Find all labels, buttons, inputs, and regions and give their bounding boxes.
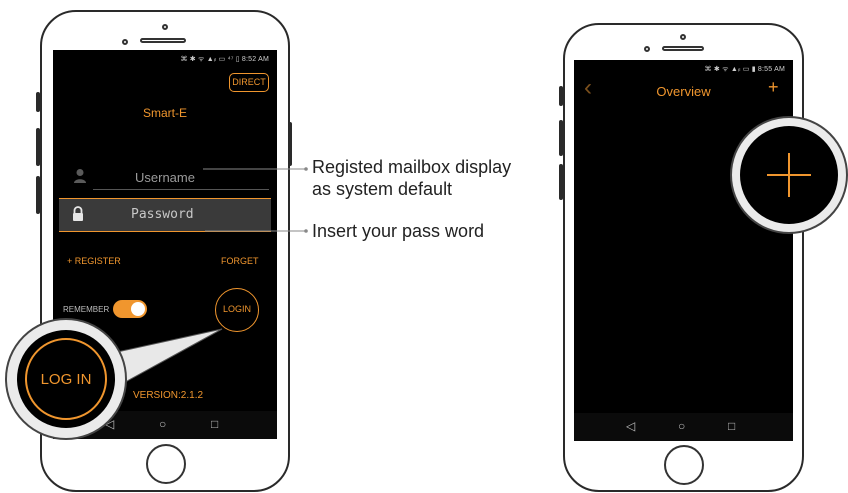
right-phone-speaker	[662, 46, 704, 51]
right-phone-volume-down	[559, 164, 563, 200]
zoom-login-circle: LOG IN	[17, 330, 115, 428]
right-phone-home-button[interactable]	[664, 445, 704, 485]
username-callout-line2: as system default	[312, 179, 453, 199]
back-nav-icon[interactable]: ◁	[626, 419, 635, 433]
overview-screen: ⌘ ✱ ᯤ ▲ᵢₗ ▭ ▮ 8:55 AM ‹ Overview + ◁ ○ □	[574, 60, 793, 441]
right-phone-camera	[680, 34, 686, 40]
nav-bar: ◁ ○ □	[574, 413, 793, 441]
right-phone-volume-up	[559, 120, 563, 156]
zoom-login-label: LOG IN	[40, 371, 92, 388]
username-callout: Registed mailbox display as system defau…	[312, 156, 511, 200]
right-phone-sensor	[644, 46, 650, 52]
zoom-add-circle	[740, 126, 838, 224]
recent-nav-icon[interactable]: □	[728, 419, 735, 433]
zoom-login-button: LOG IN	[25, 338, 107, 420]
status-bar: ⌘ ✱ ᯤ ▲ᵢₗ ▭ ▮ 8:55 AM	[704, 66, 785, 73]
overview-title: Overview	[656, 84, 711, 99]
zoom-add-icon	[767, 153, 811, 197]
home-nav-icon[interactable]: ○	[678, 419, 685, 433]
password-callout: Insert your pass word	[312, 221, 485, 241]
login-zoom-callout: LOG IN	[5, 318, 127, 440]
add-zoom-callout	[730, 116, 848, 234]
add-icon[interactable]: +	[768, 77, 779, 98]
right-phone-side-button	[559, 86, 563, 106]
username-callout-line1: Registed mailbox display	[312, 157, 512, 177]
